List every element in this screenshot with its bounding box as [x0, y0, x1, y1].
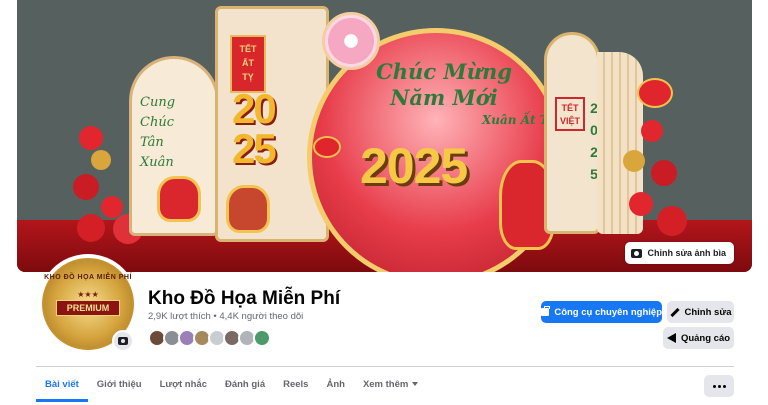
page-title: Kho Đồ Họa Miễn Phí [148, 288, 341, 309]
circle-greeting: Chúc Mừng Năm Mới [374, 59, 514, 111]
page-tabs: Bài viết Giới thiệu Lượt nhắc Đánh giá R… [36, 372, 427, 402]
lantern-icon [637, 78, 673, 108]
circle-year: 2025 [360, 138, 468, 194]
tall-panel-year-line: 25 [232, 125, 277, 172]
caret-down-icon [412, 382, 419, 387]
tall-panel-year: 20 25 [232, 85, 302, 172]
tall-panel-year-line: 20 [232, 85, 277, 132]
tall-panel-small-line: TẾT [239, 44, 257, 54]
edit-cover-button[interactable]: Chỉnh sửa ảnh bìa [625, 242, 734, 264]
tall-panel-small-line: ẤT [242, 58, 254, 68]
tab-more-label: Xem thêm [362, 379, 409, 390]
tab-mentions[interactable]: Lượt nhắc [151, 372, 216, 402]
section-divider [36, 366, 734, 367]
followers-count[interactable]: 4,4K người theo dõi [219, 311, 303, 322]
tet-box-line: TẾT [561, 103, 579, 113]
tab-reels[interactable]: Reels [274, 372, 317, 402]
balloon-decoration [623, 150, 645, 172]
circle-greeting-line: Năm Mới [390, 85, 498, 110]
tab-posts[interactable]: Bài viết [36, 372, 88, 402]
more-dots-icon [712, 384, 716, 388]
professional-tools-button[interactable]: Công cụ chuyên nghiệp [541, 301, 662, 323]
balloon-decoration [101, 196, 123, 218]
professional-tools-label: Công cụ chuyên nghiệp [554, 306, 662, 318]
likes-count[interactable]: 2,9K lượt thích [148, 311, 211, 322]
tab-photos[interactable]: Ảnh [317, 372, 353, 402]
cover-right-panel: TẾT VIỆT 2 0 2 5 [544, 32, 600, 234]
cover-photo[interactable]: Cung Chúc Tân Xuân TẾT ẤT TỴ 20 25 Chúc … [17, 0, 752, 272]
balloon-decoration [91, 150, 111, 170]
left-panel-line: Cung [140, 95, 176, 110]
balloon-decoration [77, 214, 105, 242]
briefcase-icon [541, 306, 551, 316]
tet-box-line: VIỆT [559, 116, 580, 126]
balloon-decoration [73, 174, 99, 200]
balloon-decoration [79, 126, 103, 150]
pencil-icon [669, 307, 680, 317]
left-panel-line: Chúc [140, 115, 174, 130]
star-icon: ★★★ [77, 290, 99, 299]
balloon-decoration [651, 160, 677, 186]
dragon-mascot-icon [157, 176, 201, 222]
tab-reviews[interactable]: Đánh giá [216, 372, 274, 402]
tall-panel-small-line: TỴ [242, 72, 254, 82]
more-options-button[interactable] [704, 375, 734, 397]
more-dots-icon [722, 384, 726, 388]
advertise-button[interactable]: Quảng cáo [663, 327, 734, 349]
follower-avatars[interactable] [148, 329, 271, 347]
cover-left-panel-text: Cung Chúc Tân Xuân [140, 93, 210, 173]
snake-mascot-icon [226, 185, 270, 233]
edit-page-label: Chỉnh sửa [684, 306, 732, 318]
tab-more[interactable]: Xem thêm [354, 372, 427, 402]
balloon-decoration [657, 206, 687, 236]
camera-icon [118, 337, 128, 345]
balloon-decoration [629, 192, 653, 216]
tab-about[interactable]: Giới thiệu [88, 372, 151, 402]
blossom-icon [322, 12, 380, 70]
premium-badge: PREMIUM [56, 300, 120, 316]
more-dots-icon [717, 384, 721, 388]
tet-viet-label: TẾT VIỆT [555, 97, 585, 131]
page-stats: 2,9K lượt thích • 4,4K người theo dõi [148, 311, 303, 322]
camera-icon [631, 248, 643, 258]
circle-greeting-line: Chúc Mừng [376, 59, 512, 84]
avatar-arc-text: KHO ĐỒ HỌA MIỄN PHÍ [44, 274, 132, 281]
left-panel-line: Xuân [140, 155, 174, 170]
left-panel-line: Tân [140, 135, 164, 150]
update-avatar-button[interactable] [112, 330, 134, 352]
edit-cover-label: Chỉnh sửa ảnh bìa [647, 248, 726, 258]
follower-avatar[interactable] [253, 329, 271, 347]
edit-page-button[interactable]: Chỉnh sửa [667, 301, 734, 323]
advertise-label: Quảng cáo [680, 332, 731, 344]
lantern-icon [313, 136, 341, 158]
facebook-page-profile: Cung Chúc Tân Xuân TẾT ẤT TỴ 20 25 Chúc … [0, 0, 768, 405]
balloon-decoration [641, 120, 663, 142]
megaphone-icon [666, 333, 676, 343]
